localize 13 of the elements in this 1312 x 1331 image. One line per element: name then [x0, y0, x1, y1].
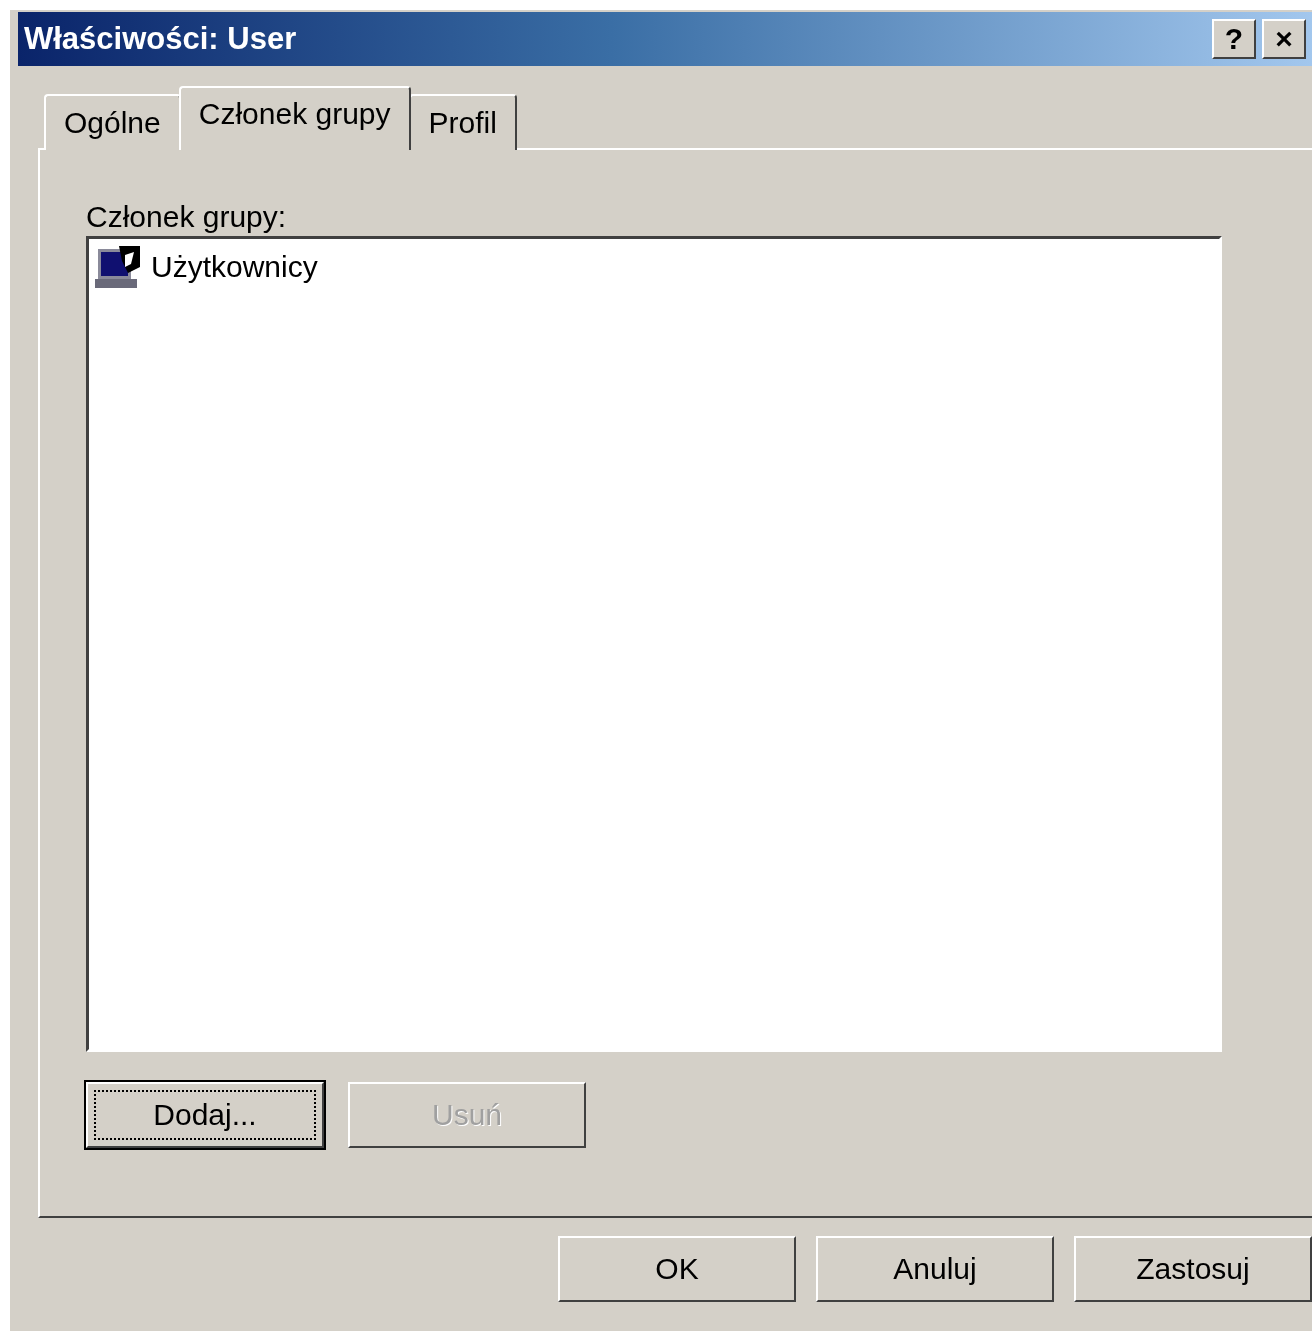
tab[interactable]: Członek grupy: [178, 86, 411, 150]
close-button[interactable]: ×: [1262, 19, 1306, 59]
dialog-button[interactable]: OK: [558, 1236, 796, 1302]
window-title: Właściwości: User: [24, 21, 297, 57]
tab[interactable]: Profil: [408, 94, 517, 150]
group-icon: [95, 243, 143, 291]
tab[interactable]: Ogólne: [44, 94, 181, 150]
dialog-button[interactable]: Anuluj: [816, 1236, 1054, 1302]
list-button[interactable]: Dodaj...: [86, 1082, 324, 1148]
member-name[interactable]: Użytkownicy: [149, 250, 320, 284]
help-button[interactable]: ?: [1212, 19, 1256, 59]
members-label: Członek grupy:: [86, 200, 288, 235]
dialog-button[interactable]: Zastosuj: [1074, 1236, 1312, 1302]
